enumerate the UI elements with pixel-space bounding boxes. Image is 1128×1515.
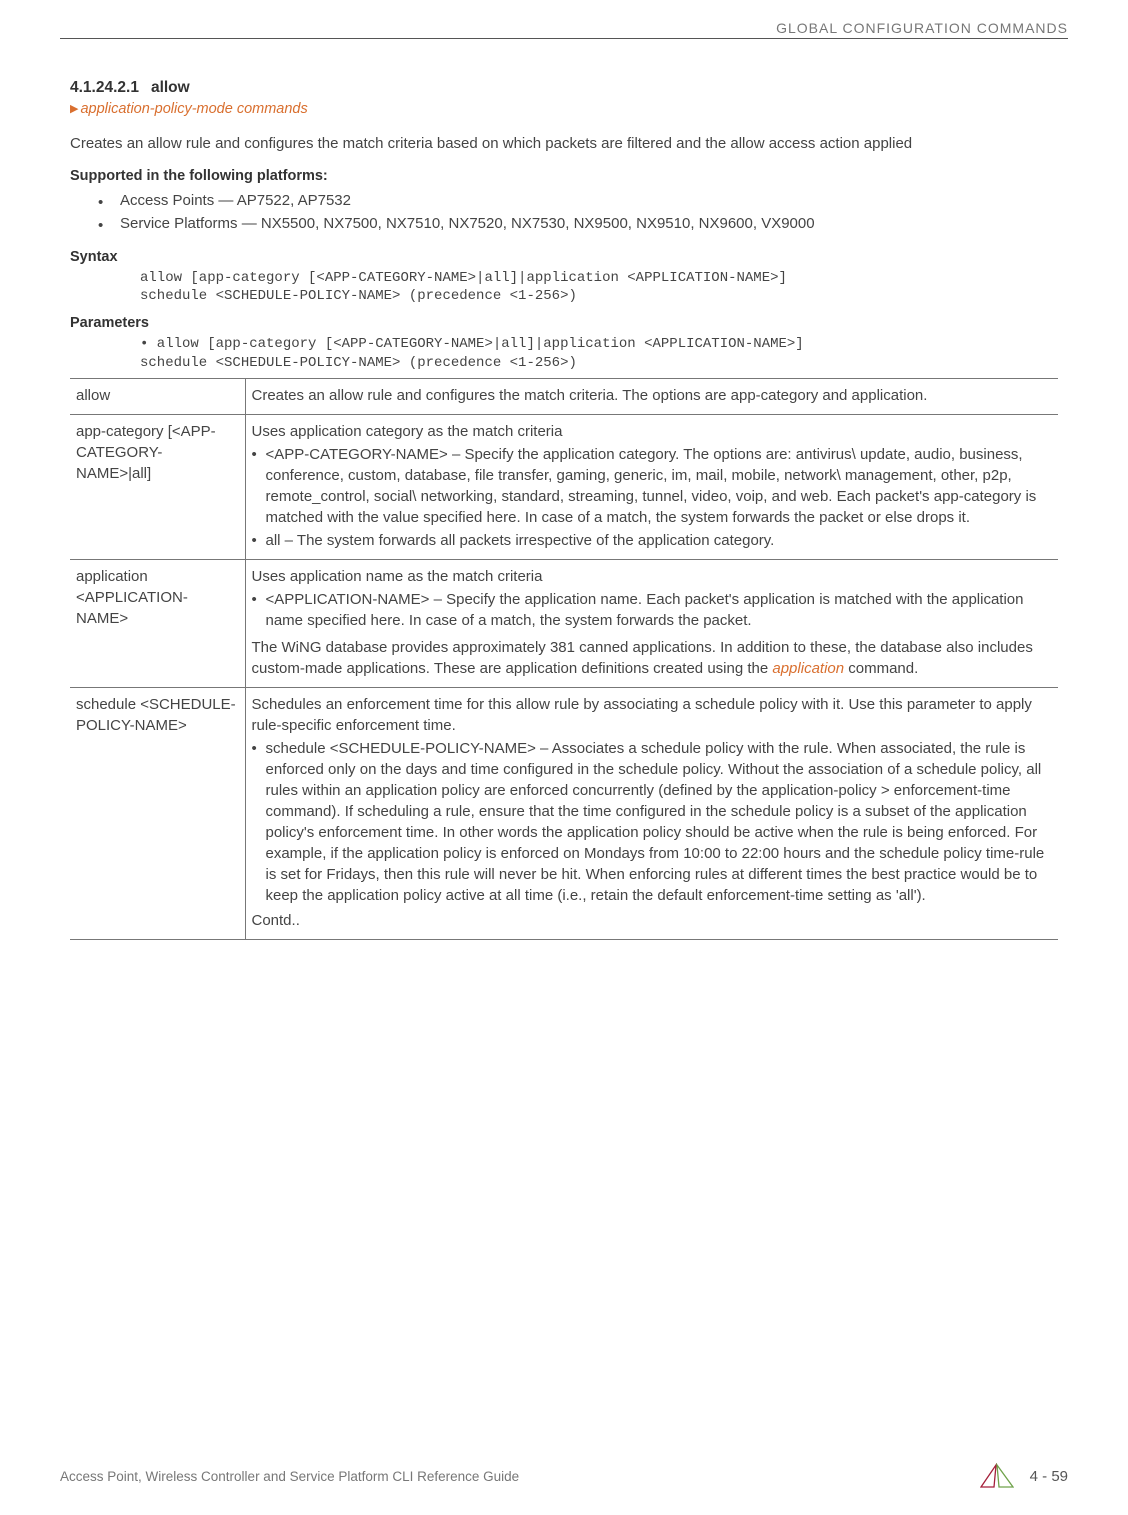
param-desc: Uses application category as the match c… <box>245 414 1058 559</box>
parameters-code: • allow [app-category [<APP-CATEGORY-NAM… <box>70 335 1058 371</box>
list-item: schedule <SCHEDULE-POLICY-NAME> – Associ… <box>252 738 1051 906</box>
param-desc: Uses application name as the match crite… <box>245 559 1058 687</box>
section-heading: 4.1.24.2.1 allow <box>70 79 1058 97</box>
footer-logo-icon <box>980 1463 1014 1489</box>
header-rule <box>60 38 1068 39</box>
param-key: application <APPLICATION-NAME> <box>70 559 245 687</box>
syntax-heading: Syntax <box>70 249 1058 265</box>
param-desc: Schedules an enforcement time for this a… <box>245 687 1058 939</box>
parameters-table: allow Creates an allow rule and configur… <box>70 378 1058 940</box>
footer-guide-title: Access Point, Wireless Controller and Se… <box>60 1469 519 1484</box>
breadcrumb-arrow-icon: ▶ <box>70 102 78 115</box>
table-row: allow Creates an allow rule and configur… <box>70 378 1058 414</box>
parameters-heading: Parameters <box>70 315 1058 331</box>
param-desc: Creates an allow rule and configures the… <box>245 378 1058 414</box>
list-item: •Access Points — AP7522, AP7532 <box>70 190 1058 213</box>
page-footer: Access Point, Wireless Controller and Se… <box>60 1463 1068 1489</box>
application-link[interactable]: application <box>772 660 844 677</box>
page-content: 4.1.24.2.1 allow ▶application-policy-mode… <box>60 79 1068 940</box>
section-number: 4.1.24.2.1 <box>70 79 139 96</box>
breadcrumb-text: application-policy-mode commands <box>80 101 307 117</box>
intro-paragraph: Creates an allow rule and configures the… <box>70 133 1058 154</box>
page-number: 4 - 59 <box>1030 1468 1068 1485</box>
param-key: allow <box>70 378 245 414</box>
table-row: app-category [<APP-CATEGORY-NAME>|all] U… <box>70 414 1058 559</box>
list-item: <APP-CATEGORY-NAME> – Specify the applic… <box>252 444 1051 528</box>
chapter-header: GLOBAL CONFIGURATION COMMANDS <box>60 20 1068 39</box>
table-row: application <APPLICATION-NAME> Uses appl… <box>70 559 1058 687</box>
bullet-icon: • <box>98 215 103 238</box>
param-key: app-category [<APP-CATEGORY-NAME>|all] <box>70 414 245 559</box>
supported-heading: Supported in the following platforms: <box>70 168 1058 184</box>
bullet-icon: • <box>98 192 103 215</box>
list-item: <APPLICATION-NAME> – Specify the applica… <box>252 589 1051 631</box>
section-title: allow <box>151 79 190 96</box>
list-item: •Service Platforms — NX5500, NX7500, NX7… <box>70 213 1058 236</box>
syntax-code: allow [app-category [<APP-CATEGORY-NAME>… <box>70 269 1058 305</box>
list-item: all – The system forwards all packets ir… <box>252 530 1051 551</box>
param-outro: The WiNG database provides approximately… <box>252 637 1051 679</box>
chapter-title: GLOBAL CONFIGURATION COMMANDS <box>60 20 1068 38</box>
param-key: schedule <SCHEDULE-POLICY-NAME> <box>70 687 245 939</box>
breadcrumb: ▶application-policy-mode commands <box>70 101 1058 117</box>
table-row: schedule <SCHEDULE-POLICY-NAME> Schedule… <box>70 687 1058 939</box>
platform-list: •Access Points — AP7522, AP7532 •Service… <box>70 190 1058 235</box>
